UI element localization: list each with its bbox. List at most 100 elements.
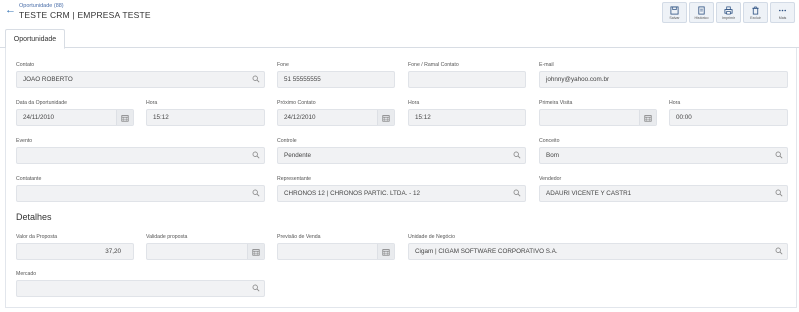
validade-proposta-field: Validade proposta (146, 233, 265, 260)
hora-oportunidade-label: Hora (146, 100, 158, 106)
controle-value: Pendente (284, 152, 311, 159)
fone-input[interactable]: 51 55555555 (277, 71, 395, 88)
data-oportunidade-field: Data da Oportunidade 24/11/2010 (16, 99, 134, 126)
hora-proximo-label: Hora (408, 100, 420, 106)
hora-oportunidade-input[interactable]: 15:12 (146, 109, 265, 126)
controle-input[interactable]: Pendente (277, 147, 526, 164)
evento-input[interactable] (16, 147, 265, 164)
vendedor-value: ADAURI VICENTE Y CASTR1 (546, 190, 632, 197)
more-label: Mais (778, 15, 787, 20)
valor-proposta-field: Valor da Proposta 37,20 (16, 233, 134, 260)
contato-value: JOAO ROBERTO (23, 76, 73, 83)
back-arrow-icon[interactable]: ← (5, 5, 16, 16)
calendar-icon[interactable] (247, 244, 264, 259)
conceito-value: Bom (546, 152, 559, 159)
validade-proposta-input[interactable] (146, 243, 265, 260)
toolbar: Salvar Histórico Imprimir Excluir Mais (662, 2, 795, 23)
calendar-icon[interactable] (377, 244, 394, 259)
mercado-field: Mercado (16, 270, 265, 297)
search-icon[interactable] (775, 247, 783, 255)
search-icon[interactable] (775, 151, 783, 159)
previsao-venda-field: Previsão de Venda (277, 233, 395, 260)
delete-label: Excluir (750, 15, 761, 20)
evento-field: Evento (16, 137, 265, 164)
conceito-label: Conceito (539, 138, 560, 144)
data-oportunidade-input[interactable]: 24/11/2010 (16, 109, 134, 126)
valor-proposta-label: Valor da Proposta (16, 234, 58, 240)
delete-button[interactable]: Excluir (743, 2, 768, 23)
proximo-contato-value: 24/12/2010 (284, 114, 316, 121)
save-button[interactable]: Salvar (662, 2, 687, 23)
mercado-label: Mercado (16, 271, 37, 277)
proximo-contato-field: Próximo Contato 24/12/2010 (277, 99, 395, 126)
more-dots-icon (778, 9, 787, 11)
hora-visita-input[interactable]: 00:00 (669, 109, 788, 126)
representante-input[interactable]: CHRONOS 12 | CHRONOS PARTIC. LTDA. - 12 (277, 185, 526, 202)
contato-input[interactable]: JOAO ROBERTO (16, 71, 265, 88)
print-button[interactable]: Imprimir (716, 2, 741, 23)
unidade-negocio-input[interactable]: Cigam | CIGAM SOFTWARE CORPORATIVO S.A. (408, 243, 788, 260)
fone-value: 51 55555555 (284, 76, 321, 83)
previsao-venda-input[interactable] (277, 243, 395, 260)
valor-proposta-value: 37,20 (105, 248, 121, 255)
proximo-contato-input[interactable]: 24/12/2010 (277, 109, 395, 126)
hora-proximo-input[interactable]: 15:12 (408, 109, 526, 126)
contato-label: Contato (16, 62, 35, 68)
vendedor-input[interactable]: ADAURI VICENTE Y CASTR1 (539, 185, 788, 202)
previsao-venda-label: Previsão de Venda (277, 234, 321, 240)
fone-field: Fone 51 55555555 (277, 61, 395, 88)
history-button[interactable]: Histórico (689, 2, 714, 23)
representante-field: Representante CHRONOS 12 | CHRONOS PARTI… (277, 175, 526, 202)
breadcrumb[interactable]: Oportunidade (88) (19, 3, 64, 9)
unidade-negocio-field: Unidade de Negócio Cigam | CIGAM SOFTWAR… (408, 233, 788, 260)
search-icon[interactable] (252, 75, 260, 83)
evento-label: Evento (16, 138, 33, 144)
hora-oportunidade-value: 15:12 (153, 114, 169, 121)
mercado-input[interactable] (16, 280, 265, 297)
search-icon[interactable] (252, 151, 260, 159)
hora-oportunidade-field: Hora 15:12 (146, 99, 265, 126)
valor-proposta-input[interactable]: 37,20 (16, 243, 134, 260)
search-icon[interactable] (513, 151, 521, 159)
email-label: E-mail (539, 62, 554, 68)
fone-ramal-input[interactable] (408, 71, 526, 88)
tab-bar: Oportunidade (0, 28, 799, 49)
vendedor-label: Vendedor (539, 176, 562, 182)
contatante-field: Contatante (16, 175, 265, 202)
contatante-input[interactable] (16, 185, 265, 202)
calendar-icon[interactable] (377, 110, 394, 125)
more-button[interactable]: Mais (770, 2, 795, 23)
primeira-visita-input[interactable] (539, 109, 657, 126)
history-icon (698, 5, 705, 15)
page-title: TESTE CRM | EMPRESA TESTE (19, 10, 151, 20)
hora-proximo-value: 15:12 (415, 114, 431, 121)
header: ← Oportunidade (88) TESTE CRM | EMPRESA … (0, 0, 799, 26)
controle-field: Controle Pendente (277, 137, 526, 164)
proximo-contato-label: Próximo Contato (277, 100, 316, 106)
tab-oportunidade[interactable]: Oportunidade (5, 29, 65, 49)
fone-label: Fone (277, 62, 289, 68)
print-icon (724, 6, 733, 14)
search-icon[interactable] (513, 189, 521, 197)
trash-icon (752, 6, 759, 15)
conceito-input[interactable]: Bom (539, 147, 788, 164)
unidade-negocio-value: Cigam | CIGAM SOFTWARE CORPORATIVO S.A. (415, 248, 558, 255)
search-icon[interactable] (775, 189, 783, 197)
hora-visita-field: Hora 00:00 (669, 99, 788, 126)
hora-proximo-field: Hora 15:12 (408, 99, 526, 126)
save-label: Salvar (669, 15, 680, 20)
email-value: johnny@yahoo.com.br (546, 76, 610, 83)
calendar-icon[interactable] (639, 110, 656, 125)
section-detalhes-title: Detalhes (16, 212, 52, 222)
primeira-visita-field: Primeira Visita (539, 99, 657, 126)
email-field: E-mail johnny@yahoo.com.br (539, 61, 788, 88)
calendar-icon[interactable] (116, 110, 133, 125)
fone-ramal-label: Fone / Ramal Contato (408, 62, 459, 68)
save-icon (670, 5, 679, 15)
search-icon[interactable] (252, 284, 260, 292)
controle-label: Controle (277, 138, 297, 144)
email-input[interactable]: johnny@yahoo.com.br (539, 71, 788, 88)
contatante-label: Contatante (16, 176, 42, 182)
conceito-field: Conceito Bom (539, 137, 788, 164)
search-icon[interactable] (252, 189, 260, 197)
